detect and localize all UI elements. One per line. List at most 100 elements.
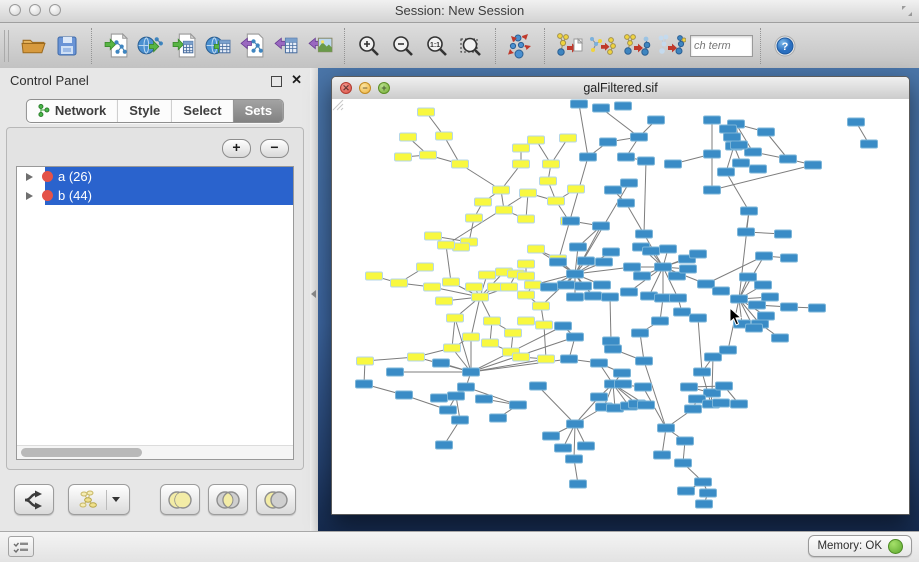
graph-node[interactable]: [452, 416, 469, 424]
export-network-button[interactable]: [235, 26, 269, 66]
graph-node[interactable]: [510, 401, 527, 409]
graph-node[interactable]: [431, 394, 448, 402]
graph-node[interactable]: [655, 263, 672, 271]
neighbors-expand-button[interactable]: [620, 26, 654, 66]
network-window-titlebar[interactable]: ✕ − + galFiltered.sif: [332, 77, 909, 100]
graph-node[interactable]: [420, 151, 437, 159]
graph-node[interactable]: [475, 198, 492, 206]
graph-node[interactable]: [758, 312, 775, 320]
graph-node[interactable]: [636, 357, 653, 365]
graph-node[interactable]: [681, 383, 698, 391]
graph-node[interactable]: [615, 380, 632, 388]
graph-node[interactable]: [591, 393, 608, 401]
graph-node[interactable]: [518, 215, 535, 223]
task-history-button[interactable]: [8, 536, 34, 557]
graph-node[interactable]: [675, 459, 692, 467]
apply-layout-button[interactable]: [503, 26, 537, 66]
graph-node[interactable]: [618, 153, 635, 161]
union-button[interactable]: [160, 484, 200, 515]
graph-node[interactable]: [555, 322, 572, 330]
graph-node[interactable]: [680, 265, 697, 273]
graph-node[interactable]: [631, 133, 648, 141]
graph-node[interactable]: [677, 437, 694, 445]
graph-node[interactable]: [466, 283, 483, 291]
graph-node[interactable]: [614, 369, 631, 377]
float-panel-button[interactable]: [271, 76, 282, 87]
graph-node[interactable]: [525, 281, 542, 289]
graph-node[interactable]: [772, 334, 789, 342]
graph-node[interactable]: [536, 321, 553, 329]
graph-node[interactable]: [678, 487, 695, 495]
graph-node[interactable]: [567, 270, 584, 278]
graph-node[interactable]: [690, 250, 707, 258]
graph-node[interactable]: [570, 243, 587, 251]
tab-select[interactable]: Select: [171, 100, 232, 122]
graph-node[interactable]: [720, 346, 737, 354]
graph-node[interactable]: [700, 489, 717, 497]
graph-node[interactable]: [518, 260, 535, 268]
graph-node[interactable]: [603, 248, 620, 256]
neighbors-new-network-button[interactable]: [552, 26, 586, 66]
graph-node[interactable]: [741, 207, 758, 215]
network-view-window[interactable]: ✕ − + galFiltered.sif: [331, 76, 910, 515]
graph-node[interactable]: [482, 339, 499, 347]
graph-node[interactable]: [731, 295, 748, 303]
graph-node[interactable]: [643, 247, 660, 255]
minimize-window-button[interactable]: [29, 4, 41, 16]
graph-node[interactable]: [593, 104, 610, 112]
graph-node[interactable]: [438, 241, 455, 249]
add-set-button[interactable]: +: [222, 139, 251, 158]
graph-node[interactable]: [548, 197, 565, 205]
graph-node[interactable]: [418, 108, 435, 116]
tab-network[interactable]: Network: [27, 100, 117, 122]
graph-node[interactable]: [490, 414, 507, 422]
graph-node[interactable]: [550, 258, 567, 266]
graph-node[interactable]: [501, 283, 518, 291]
graph-node[interactable]: [809, 304, 826, 312]
graph-node[interactable]: [658, 424, 675, 432]
graph-node[interactable]: [705, 353, 722, 361]
list-item-set-b[interactable]: b (44): [17, 186, 293, 205]
intersection-button[interactable]: [208, 484, 248, 515]
graph-node[interactable]: [716, 382, 733, 390]
graph-node[interactable]: [357, 357, 374, 365]
minimize-view-button[interactable]: −: [359, 82, 371, 94]
collapse-panel-icon[interactable]: [311, 290, 316, 298]
graph-node[interactable]: [750, 165, 767, 173]
graph-node[interactable]: [484, 317, 501, 325]
graph-node[interactable]: [594, 281, 611, 289]
graph-node[interactable]: [395, 153, 412, 161]
graph-node[interactable]: [391, 279, 408, 287]
graph-node[interactable]: [696, 500, 713, 508]
graph-node[interactable]: [387, 368, 404, 376]
graph-node[interactable]: [746, 324, 763, 332]
graph-node[interactable]: [493, 186, 510, 194]
graph-node[interactable]: [635, 383, 652, 391]
dropdown-caret-icon[interactable]: [112, 497, 120, 502]
save-session-button[interactable]: [50, 26, 84, 66]
graph-node[interactable]: [740, 273, 757, 281]
graph-node[interactable]: [570, 480, 587, 488]
tab-sets[interactable]: Sets: [233, 100, 283, 122]
graph-node[interactable]: [568, 185, 585, 193]
graph-node[interactable]: [632, 329, 649, 337]
graph-node[interactable]: [605, 186, 622, 194]
graph-node[interactable]: [538, 355, 555, 363]
graph-node[interactable]: [698, 280, 715, 288]
graph-node[interactable]: [528, 245, 545, 253]
graph-node[interactable]: [695, 478, 712, 486]
graph-node[interactable]: [654, 451, 671, 459]
window-titlebar[interactable]: Session: New Session: [0, 0, 919, 23]
graph-node[interactable]: [540, 177, 557, 185]
graph-node[interactable]: [436, 132, 453, 140]
graph-node[interactable]: [400, 133, 417, 141]
graph-node[interactable]: [713, 399, 730, 407]
graph-node[interactable]: [453, 243, 470, 251]
close-panel-button[interactable]: ✕: [291, 72, 302, 88]
graph-node[interactable]: [704, 186, 721, 194]
graph-node[interactable]: [738, 228, 755, 236]
graph-node[interactable]: [443, 278, 460, 286]
maximize-view-button[interactable]: +: [378, 82, 390, 94]
graph-node[interactable]: [718, 168, 735, 176]
graph-node[interactable]: [528, 136, 545, 144]
